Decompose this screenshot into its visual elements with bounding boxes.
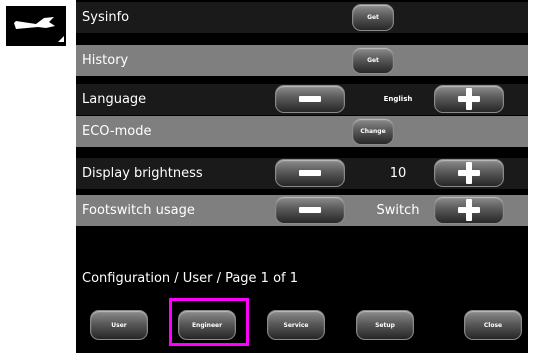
row-eco-mode: ECO-mode Change xyxy=(76,116,528,147)
row-label: ECO-mode xyxy=(82,124,152,139)
sysinfo-get-button[interactable]: Get xyxy=(352,4,394,31)
brightness-decrease-button[interactable] xyxy=(275,159,345,187)
row-label: Sysinfo xyxy=(82,10,130,25)
row-sysinfo: Sysinfo Get xyxy=(76,2,528,33)
service-button[interactable]: Service xyxy=(267,310,325,340)
breadcrumb: Configuration / User / Page 1 of 1 xyxy=(82,271,299,286)
footswitch-increase-button[interactable] xyxy=(434,196,504,224)
footswitch-value: Switch xyxy=(376,203,420,218)
history-get-button[interactable]: Get xyxy=(352,47,394,74)
plus-icon xyxy=(458,162,480,184)
minus-icon xyxy=(299,207,321,213)
language-increase-button[interactable] xyxy=(434,85,504,113)
user-button[interactable]: User xyxy=(90,310,148,340)
plus-icon xyxy=(458,88,480,110)
row-label: Footswitch usage xyxy=(82,203,195,218)
plus-icon xyxy=(458,199,480,221)
close-button[interactable]: Close xyxy=(464,310,522,340)
language-value: English xyxy=(383,95,413,103)
brightness-value: 10 xyxy=(389,166,407,181)
row-display-brightness: Display brightness 10 xyxy=(76,158,528,189)
row-label: Display brightness xyxy=(82,166,203,181)
eco-mode-change-button[interactable]: Change xyxy=(352,118,394,145)
row-footswitch-usage: Footswitch usage Switch xyxy=(76,195,528,226)
row-language: Language English xyxy=(76,84,528,115)
row-label: Language xyxy=(82,92,147,107)
minus-icon xyxy=(299,170,321,176)
row-label: History xyxy=(82,53,129,68)
config-panel: Sysinfo Get History Get Language English… xyxy=(76,0,528,353)
language-decrease-button[interactable] xyxy=(275,85,345,113)
row-history: History Get xyxy=(76,45,528,76)
wrench-icon xyxy=(6,6,66,46)
brightness-increase-button[interactable] xyxy=(434,159,504,187)
minus-icon xyxy=(299,96,321,102)
setup-button[interactable]: Setup xyxy=(356,310,414,340)
footswitch-decrease-button[interactable] xyxy=(275,196,345,224)
engineer-highlight-box xyxy=(169,298,249,346)
